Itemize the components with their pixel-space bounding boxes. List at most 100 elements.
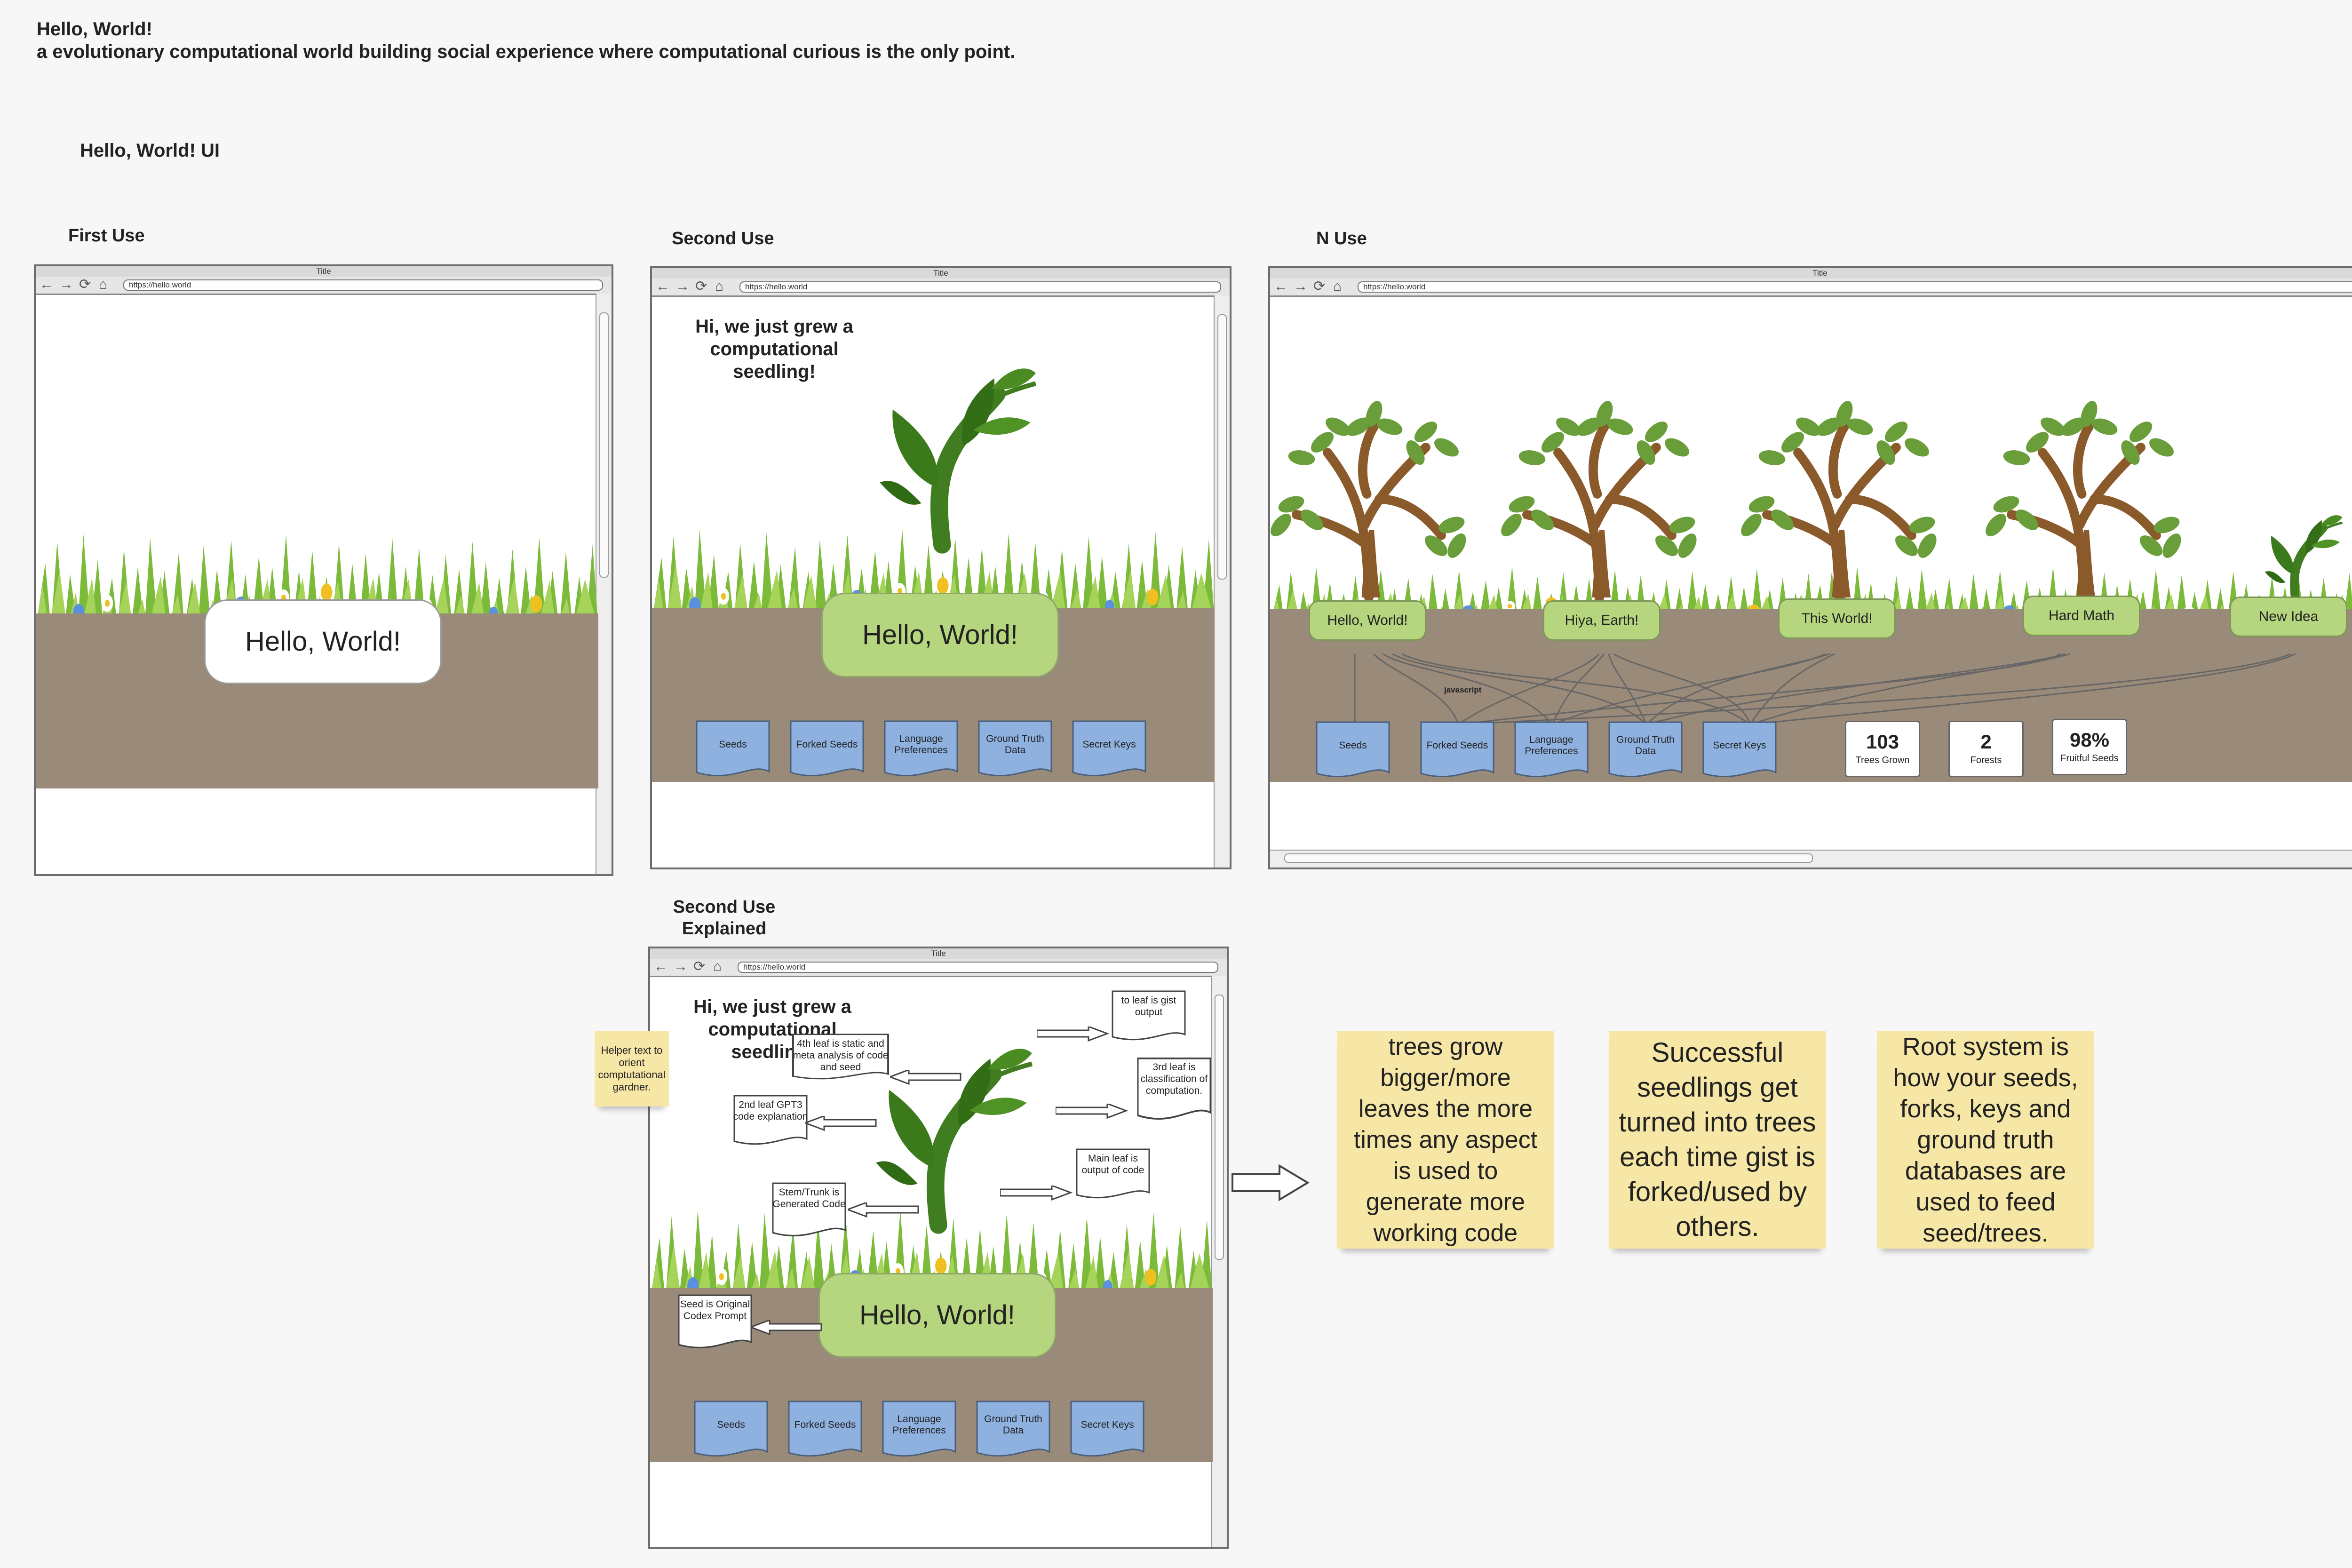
arrow-third-leaf — [1056, 1104, 1127, 1119]
hello-world-card[interactable]: Hello, World! — [204, 599, 442, 684]
window-title: Title — [650, 948, 1227, 960]
back-arrow-icon[interactable]: ← — [656, 279, 670, 294]
tab-ground-truth-data[interactable]: Ground Truth Data — [1608, 721, 1683, 777]
callout-stem: Stem/Trunk is Generated Code — [771, 1182, 847, 1243]
forward-arrow-icon[interactable]: → — [675, 279, 690, 294]
helper-sticky-note: Helper text to orient comptutational gar… — [595, 1031, 669, 1106]
tab-secret-keys[interactable]: Secret Keys — [1702, 721, 1777, 777]
tree-label-hard-math[interactable]: Hard Math — [2023, 596, 2140, 636]
hello-world-seedling-card[interactable]: Hello, World! — [821, 593, 1059, 677]
tab-label: Language Preferences — [892, 1414, 946, 1436]
stat-fruitful-seeds: 98% Fruitful Seeds — [2052, 719, 2127, 775]
tab-language-preferences[interactable]: Language Preferences — [1514, 721, 1589, 777]
explained-label: Second Use Explained — [669, 896, 779, 939]
vertical-scrollbar[interactable] — [1211, 976, 1227, 1547]
tab-label: Secret Keys — [1713, 740, 1766, 751]
explained-label-line2: Explained — [682, 919, 767, 939]
arrow-top-leaf — [1037, 1027, 1108, 1042]
tab-language-preferences[interactable]: Language Preferences — [882, 1400, 957, 1457]
browser-window-explained: Title ← → ⟳ ⌂ https://hello.world Hi, we… — [648, 947, 1229, 1549]
back-arrow-icon[interactable]: ← — [1274, 279, 1288, 294]
tab-ground-truth-data[interactable]: Ground Truth Data — [977, 720, 1053, 776]
tab-forked-seeds[interactable]: Forked Seeds — [1420, 721, 1495, 777]
ui-section-title: Hello, World! UI — [80, 140, 220, 161]
address-bar[interactable]: https://hello.world — [739, 281, 1221, 293]
home-icon[interactable]: ⌂ — [99, 278, 107, 292]
horizontal-scrollbar[interactable] — [1270, 850, 2352, 868]
connector-label-javascript: javascript — [1444, 685, 1482, 694]
browser-window-second-use: Title ← → ⟳ ⌂ https://hello.world Hi, we… — [650, 266, 1232, 869]
browser-toolbar: ← → ⟳ ⌂ https://hello.world — [36, 277, 612, 295]
arrow-main-leaf — [1000, 1186, 1072, 1201]
window-title: Title — [652, 268, 1230, 279]
stat-value: 103 — [1866, 731, 1899, 753]
tab-label: Seeds — [1339, 740, 1367, 751]
callout-third-leaf: 3rd leaf is classification of computatio… — [1136, 1057, 1212, 1127]
tab-seeds[interactable]: Seeds — [1315, 721, 1391, 777]
vertical-scrollbar[interactable] — [1214, 295, 1230, 868]
callout-text: Stem/Trunk is Generated Code — [772, 1187, 846, 1210]
tab-label: Ground Truth Data — [984, 1414, 1042, 1436]
tab-label: Forked Seeds — [1426, 740, 1488, 751]
sticky-note-trees-grow: trees grow bigger/more leaves the more t… — [1337, 1031, 1554, 1249]
reload-icon[interactable]: ⟳ — [1313, 279, 1325, 294]
address-bar[interactable]: https://hello.world — [1358, 281, 2352, 293]
tree-label-new-idea[interactable]: New Idea — [2230, 597, 2347, 637]
stat-trees-grown: 103 Trees Grown — [1845, 721, 1920, 777]
forest-illustration — [1270, 296, 2352, 625]
arrow-fourth-leaf — [890, 1070, 961, 1085]
tab-label: Secret Keys — [1082, 739, 1136, 750]
stat-label: Fruitful Seeds — [2060, 753, 2119, 764]
reload-icon[interactable]: ⟳ — [79, 278, 91, 292]
home-icon[interactable]: ⌂ — [713, 960, 722, 974]
tab-label: Language Preferences — [894, 733, 948, 756]
forward-arrow-icon[interactable]: → — [674, 960, 688, 974]
stat-label: Forests — [1970, 755, 2002, 765]
tab-label: Ground Truth Data — [1616, 734, 1675, 756]
window-title: Title — [1270, 268, 2352, 279]
first-use-label: First Use — [68, 226, 145, 246]
back-arrow-icon[interactable]: ← — [654, 960, 668, 974]
sticky-note-successful-seedlings: Successful seedlings get turned into tre… — [1609, 1031, 1826, 1249]
scrollbar-thumb[interactable] — [1217, 314, 1227, 580]
forward-arrow-icon[interactable]: → — [59, 278, 73, 292]
hello-world-seedling-card[interactable]: Hello, World! — [818, 1273, 1056, 1358]
forward-arrow-icon[interactable]: → — [1294, 279, 1308, 294]
explained-label-line1: Second Use — [673, 897, 776, 917]
tab-label: Ground Truth Data — [986, 733, 1044, 756]
scrollbar-thumb[interactable] — [1215, 995, 1224, 1260]
callout-top-leaf: to leaf is gist output — [1111, 990, 1186, 1046]
reload-icon[interactable]: ⟳ — [693, 960, 705, 974]
window-title: Title — [36, 266, 612, 278]
browser-window-first-use: Title ← → ⟳ ⌂ https://hello.world Hello,… — [34, 264, 613, 876]
horizontal-scrollbar-thumb[interactable] — [1284, 853, 1813, 863]
callout-second-leaf: 2nd leaf GPT3 code explanation — [733, 1094, 808, 1151]
address-bar[interactable]: https://hello.world — [123, 279, 603, 291]
back-arrow-icon[interactable]: ← — [40, 278, 54, 292]
tab-forked-seeds[interactable]: Forked Seeds — [789, 720, 865, 776]
stat-forests: 2 Forests — [1948, 721, 2024, 777]
tab-language-preferences[interactable]: Language Preferences — [883, 720, 959, 776]
tab-seeds[interactable]: Seeds — [695, 720, 771, 776]
scrollbar-thumb[interactable] — [599, 312, 609, 578]
tree-label-hello-world[interactable]: Hello, World! — [1309, 600, 1426, 641]
home-icon[interactable]: ⌂ — [715, 279, 723, 294]
reload-icon[interactable]: ⟳ — [695, 279, 707, 294]
callout-text: to leaf is gist output — [1121, 995, 1176, 1018]
address-bar[interactable]: https://hello.world — [738, 962, 1218, 973]
home-icon[interactable]: ⌂ — [1333, 279, 1342, 294]
callout-text: 2nd leaf GPT3 code explanation — [733, 1099, 808, 1122]
tab-label: Forked Seeds — [794, 1419, 856, 1430]
tab-secret-keys[interactable]: Secret Keys — [1070, 1400, 1145, 1457]
sticky-note-root-system: Root system is how your seeds, forks, ke… — [1877, 1031, 2094, 1249]
callout-fourth-leaf: 4th leaf is static and meta analysis of … — [791, 1033, 890, 1085]
big-right-arrow — [1232, 1164, 1310, 1202]
tree-label-this-world[interactable]: This World! — [1778, 598, 1896, 639]
page-subtitle: a evolutionary computational world build… — [37, 41, 1016, 62]
tab-ground-truth-data[interactable]: Ground Truth Data — [976, 1400, 1051, 1457]
stat-label: Trees Grown — [1855, 755, 1910, 765]
tab-forked-seeds[interactable]: Forked Seeds — [787, 1400, 863, 1457]
tree-label-hiya-earth[interactable]: Hiya, Earth! — [1543, 600, 1661, 641]
tab-seeds[interactable]: Seeds — [693, 1400, 769, 1457]
tab-secret-keys[interactable]: Secret Keys — [1072, 720, 1147, 776]
